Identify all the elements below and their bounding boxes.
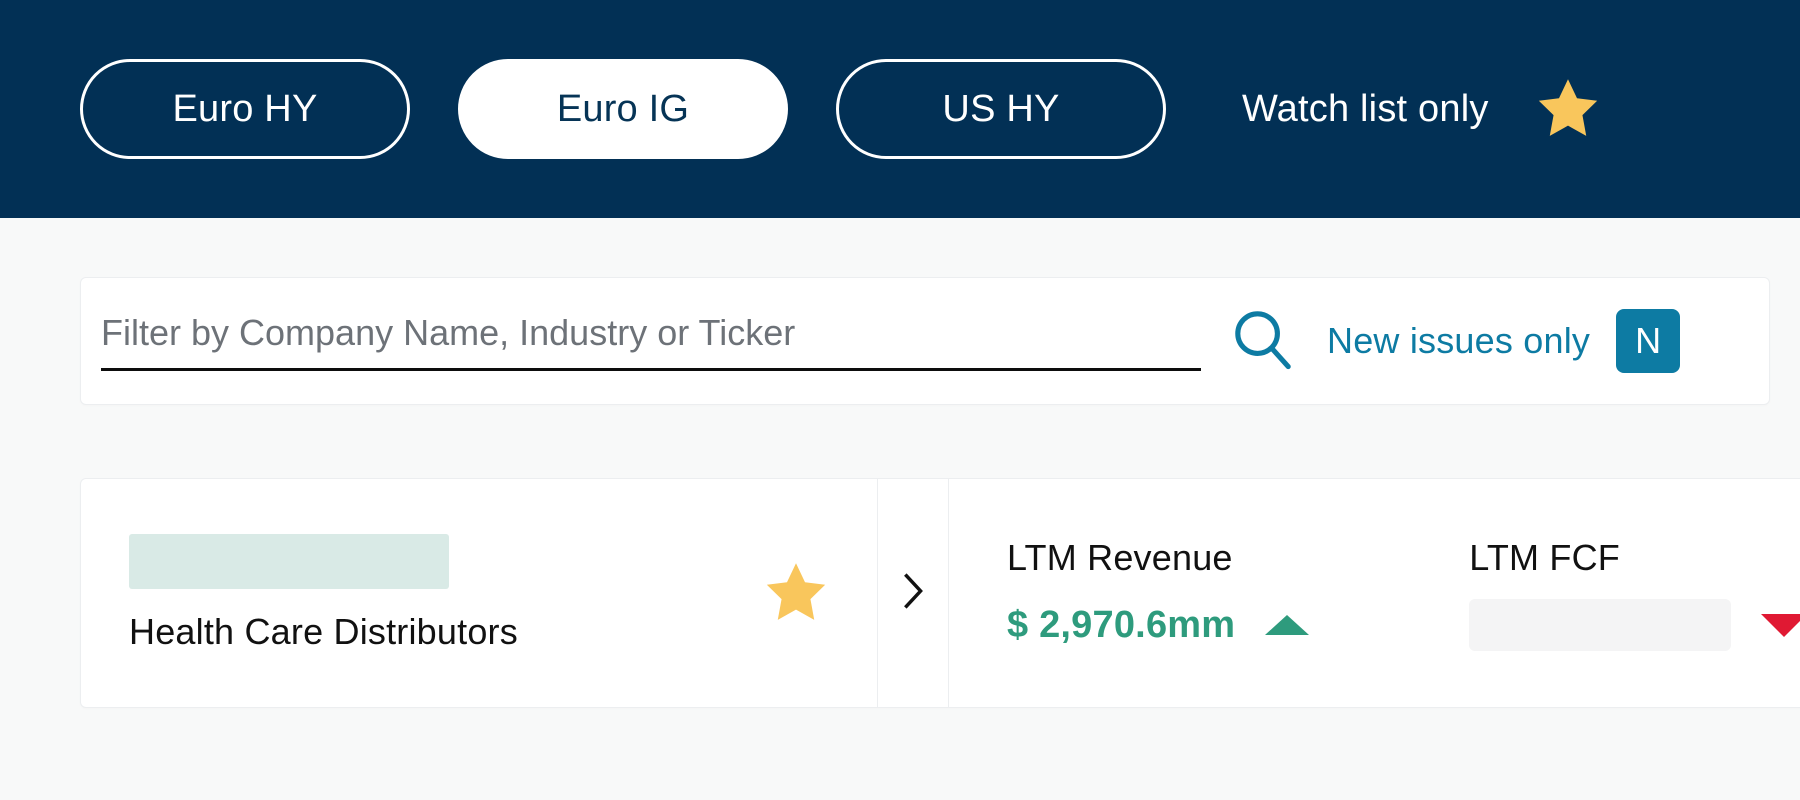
search-input[interactable]: [101, 311, 1201, 371]
watch-list-only-label[interactable]: Watch list only: [1242, 88, 1489, 131]
tab-euro-hy[interactable]: Euro HY: [80, 59, 410, 159]
company-info: Health Care Distributors: [129, 533, 518, 653]
top-navigation-bar: Euro HY Euro IG US HY Watch list only: [0, 0, 1800, 218]
tab-euro-ig-label: Euro IG: [556, 87, 690, 130]
company-industry-label: Health Care Distributors: [129, 610, 518, 652]
filter-card: New issues only N: [80, 277, 1770, 405]
metrics-cell: LTM Revenue $ 2,970.6mm LTM FCF: [949, 479, 1800, 707]
row-watchlist-star[interactable]: [759, 558, 833, 628]
metric-ltm-revenue-valuerow: $ 2,970.6mm: [1007, 601, 1310, 649]
star-icon: [1531, 74, 1605, 144]
metric-ltm-revenue-value: $ 2,970.6mm: [1007, 603, 1236, 646]
tab-us-hy[interactable]: US HY: [836, 59, 1166, 159]
company-cell: Health Care Distributors: [81, 479, 878, 707]
metric-ltm-fcf-valuerow: [1469, 599, 1800, 651]
tab-us-hy-label: US HY: [942, 87, 1060, 130]
search-button[interactable]: [1223, 301, 1303, 381]
metric-ltm-fcf-redacted-placeholder: [1469, 599, 1732, 651]
metric-ltm-revenue-label: LTM Revenue: [1007, 537, 1233, 578]
metric-ltm-fcf-label: LTM FCF: [1469, 537, 1620, 578]
search-field-wrapper: [101, 301, 1201, 381]
metric-ltm-fcf: LTM FCF: [1469, 537, 1800, 651]
watch-list-toggle[interactable]: [1531, 74, 1605, 144]
company-name-redacted-placeholder: [129, 533, 449, 589]
result-row[interactable]: Health Care Distributors LTM Revenue $ 2…: [80, 478, 1800, 708]
search-icon: [1227, 303, 1299, 380]
tab-euro-ig[interactable]: Euro IG: [458, 59, 788, 159]
new-issues-only-toggle[interactable]: New issues only N: [1327, 309, 1681, 373]
expand-row-button[interactable]: [878, 479, 949, 707]
star-icon: [759, 558, 833, 628]
new-issues-only-label: New issues only: [1327, 320, 1591, 361]
metric-ltm-revenue: LTM Revenue $ 2,970.6mm: [1007, 537, 1310, 649]
chevron-right-icon: [896, 565, 930, 622]
tab-euro-hy-label: Euro HY: [172, 87, 318, 130]
trend-down-icon: [1761, 613, 1800, 637]
trend-up-icon: [1265, 615, 1310, 635]
new-issues-badge[interactable]: N: [1616, 309, 1681, 373]
